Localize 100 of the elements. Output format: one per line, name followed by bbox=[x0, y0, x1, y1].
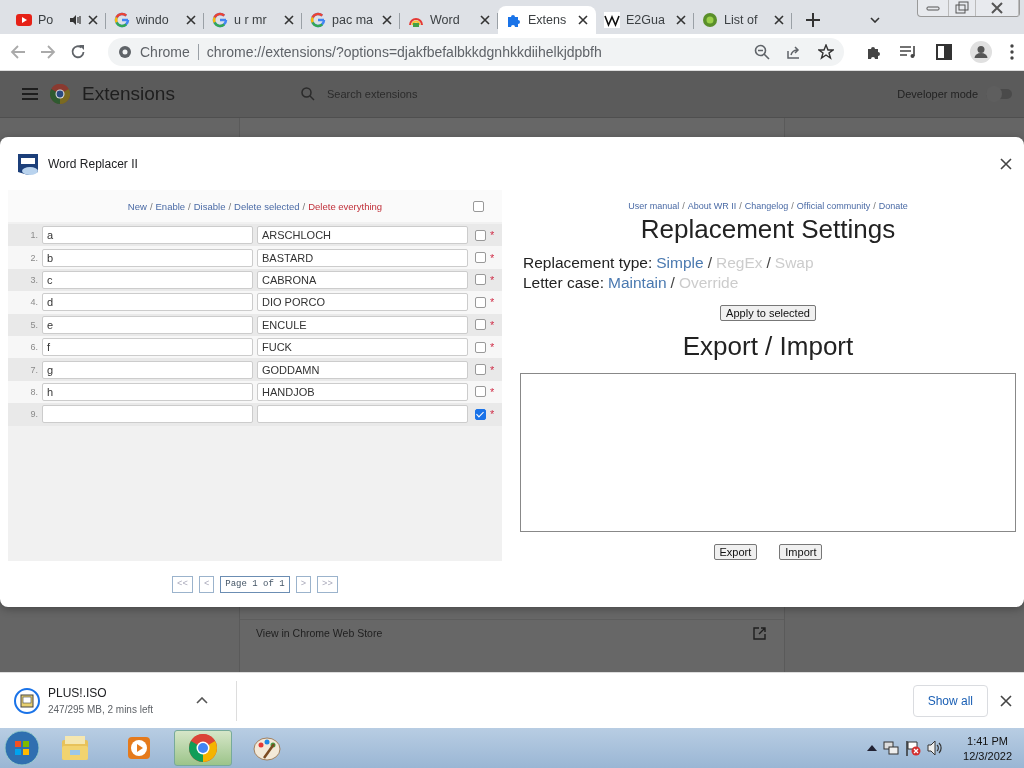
side-panel-icon[interactable] bbox=[936, 44, 952, 60]
help-link[interactable]: Official community bbox=[796, 201, 871, 211]
find-field[interactable]: e bbox=[42, 315, 253, 334]
replace-field[interactable]: ENCULE bbox=[257, 315, 468, 334]
search-icon bbox=[300, 87, 315, 101]
row-checkbox[interactable] bbox=[475, 296, 486, 308]
find-field[interactable]: d bbox=[42, 293, 253, 312]
section-heading: Replacement Settings bbox=[640, 214, 896, 245]
toolbar-link[interactable]: Delete selected bbox=[234, 200, 300, 212]
tab-search-icon[interactable] bbox=[870, 17, 880, 23]
toolbar-link[interactable]: Disable bbox=[193, 200, 226, 212]
row-checkbox[interactable] bbox=[475, 408, 486, 420]
option-link[interactable]: Simple bbox=[656, 253, 704, 273]
close-tab-icon[interactable] bbox=[88, 15, 98, 25]
asterisk-mark[interactable]: * bbox=[490, 296, 495, 309]
browser-tab[interactable]: Word bbox=[400, 6, 498, 34]
replace-field[interactable]: GODDAMN bbox=[257, 360, 468, 379]
browser-tab[interactable]: windo bbox=[106, 6, 204, 34]
row-checkbox[interactable] bbox=[475, 319, 486, 331]
row-checkbox[interactable] bbox=[475, 341, 486, 353]
asterisk-mark[interactable]: * bbox=[490, 385, 495, 398]
help-link[interactable]: User manual bbox=[628, 201, 680, 211]
help-link[interactable]: Donate bbox=[878, 201, 908, 211]
row-checkbox[interactable] bbox=[475, 274, 486, 286]
pager-button[interactable]: Page 1 of 1 bbox=[220, 575, 290, 593]
browser-tab[interactable]: u r mr bbox=[204, 6, 302, 34]
replace-field[interactable]: ARSCHLOCH bbox=[257, 226, 468, 245]
new-tab-icon[interactable] bbox=[806, 13, 820, 27]
bookmark-star-icon[interactable] bbox=[818, 44, 834, 60]
option-link[interactable]: Maintain bbox=[608, 273, 667, 293]
caret-icon[interactable] bbox=[867, 745, 878, 751]
replace-field[interactable]: BASTARD bbox=[257, 248, 468, 267]
browser-tab[interactable]: E2Gua bbox=[596, 6, 694, 34]
find-field[interactable]: b bbox=[42, 248, 253, 267]
help-link[interactable]: Changelog bbox=[744, 201, 789, 211]
external-link-icon[interactable] bbox=[753, 626, 766, 640]
action-button[interactable]: Export bbox=[713, 544, 758, 560]
browser-tab[interactable]: Extens bbox=[498, 6, 596, 34]
close-tab-icon[interactable] bbox=[186, 15, 196, 25]
asterisk-mark[interactable]: * bbox=[490, 363, 495, 376]
toolbar-link[interactable]: Delete everything bbox=[308, 200, 383, 212]
row-checkbox[interactable] bbox=[475, 229, 486, 241]
reload-icon[interactable] bbox=[70, 44, 86, 60]
asterisk-mark[interactable]: * bbox=[490, 229, 495, 242]
find-field[interactable]: g bbox=[42, 360, 253, 379]
separator: / bbox=[670, 273, 675, 293]
asterisk-mark[interactable]: * bbox=[490, 408, 495, 421]
apply-button[interactable]: Apply to selected bbox=[720, 305, 816, 321]
close-tab-icon[interactable] bbox=[676, 15, 686, 25]
show-all-button[interactable]: Show all bbox=[912, 684, 988, 717]
share-icon[interactable] bbox=[786, 44, 802, 60]
close-tab-icon[interactable] bbox=[284, 15, 294, 25]
find-field[interactable] bbox=[42, 405, 253, 424]
option-label: Replacement type: bbox=[523, 253, 653, 273]
separator: / bbox=[766, 253, 771, 273]
zoom-icon[interactable] bbox=[754, 44, 770, 60]
action-button[interactable]: Import bbox=[779, 544, 823, 560]
find-field[interactable]: a bbox=[42, 226, 253, 245]
replace-field[interactable]: CABRONA bbox=[257, 270, 468, 289]
asterisk-mark[interactable]: * bbox=[490, 273, 495, 286]
help-link[interactable]: About WR II bbox=[687, 201, 737, 211]
profile-avatar-icon[interactable] bbox=[970, 41, 992, 63]
find-field[interactable]: f bbox=[42, 338, 253, 357]
select-all-checkbox[interactable] bbox=[473, 201, 484, 212]
asterisk-mark[interactable]: * bbox=[490, 318, 495, 331]
asterisk-mark[interactable]: * bbox=[490, 251, 495, 264]
replace-field[interactable]: DIO PORCO bbox=[257, 293, 468, 312]
menu-icon[interactable] bbox=[1010, 44, 1014, 60]
row-checkbox[interactable] bbox=[475, 386, 486, 398]
media-control-icon[interactable] bbox=[900, 45, 918, 59]
close-icon[interactable] bbox=[1000, 694, 1012, 707]
toolbar-link[interactable]: New bbox=[127, 200, 147, 212]
close-tab-icon[interactable] bbox=[480, 15, 490, 25]
close-icon[interactable] bbox=[1000, 157, 1012, 170]
extensions-icon[interactable] bbox=[866, 44, 882, 60]
row-checkbox[interactable] bbox=[475, 364, 486, 376]
replace-field[interactable]: FUCK bbox=[257, 338, 468, 357]
network-icon[interactable] bbox=[883, 740, 900, 756]
caret-icon[interactable] bbox=[196, 697, 208, 704]
toolbar-link[interactable]: Enable bbox=[155, 200, 186, 212]
browser-tab[interactable]: pac ma bbox=[302, 6, 400, 34]
taskbar-button[interactable] bbox=[174, 730, 232, 766]
close-tab-icon[interactable] bbox=[382, 15, 392, 25]
flag-icon[interactable] bbox=[905, 740, 922, 756]
volume-icon[interactable] bbox=[927, 740, 944, 756]
speaker-icon[interactable] bbox=[70, 15, 82, 25]
asterisk-mark[interactable]: * bbox=[490, 341, 495, 354]
replace-field[interactable]: HANDJOB bbox=[257, 382, 468, 401]
clock-date[interactable]: 12/3/2022 bbox=[963, 749, 1012, 762]
close-tab-icon[interactable] bbox=[578, 15, 588, 25]
browser-tab[interactable]: Po bbox=[8, 6, 106, 34]
address-bar[interactable]: Chrome chrome://extensions/?options=djakfbefalbkkdgnhkkdiihelkjdpbfh bbox=[108, 38, 844, 66]
find-field[interactable]: c bbox=[42, 270, 253, 289]
replace-field[interactable] bbox=[257, 405, 468, 424]
browser-tab[interactable]: List of bbox=[694, 6, 792, 34]
close-tab-icon[interactable] bbox=[774, 15, 784, 25]
start-orb-icon[interactable] bbox=[4, 730, 40, 766]
clock-time[interactable]: 1:41 PM bbox=[967, 734, 1008, 747]
find-field[interactable]: h bbox=[42, 382, 253, 401]
row-checkbox[interactable] bbox=[475, 252, 486, 264]
